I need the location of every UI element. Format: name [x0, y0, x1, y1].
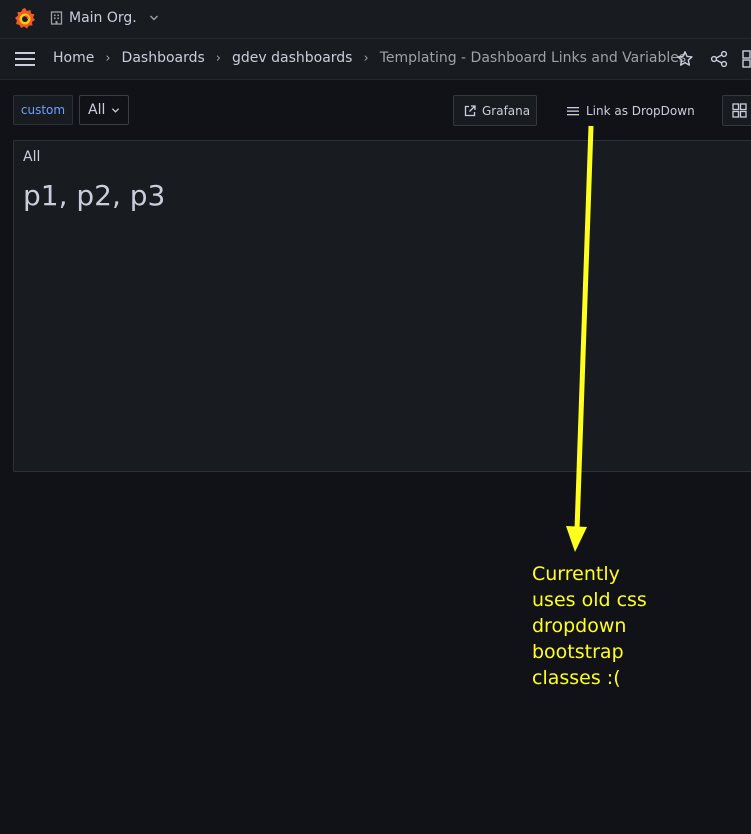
- grafana-logo-icon[interactable]: [13, 7, 37, 31]
- grid-icon: [732, 103, 747, 118]
- breadcrumb-folder[interactable]: gdev dashboards: [232, 50, 352, 66]
- text-panel[interactable]: All p1, p2, p3: [13, 140, 751, 472]
- nav-bar: Home › Dashboards › gdev dashboards › Te…: [0, 39, 751, 80]
- panel-value: p1, p2, p3: [23, 179, 166, 212]
- variable-value: All: [88, 102, 106, 118]
- org-switcher[interactable]: Main Org.: [50, 10, 159, 26]
- top-bar: Main Org.: [0, 0, 751, 39]
- star-icon[interactable]: [676, 50, 694, 68]
- variable-label: custom: [13, 95, 73, 125]
- breadcrumb-separator: ›: [105, 50, 111, 66]
- external-link-icon: [464, 104, 476, 116]
- building-icon: [50, 11, 63, 25]
- org-name: Main Org.: [69, 10, 137, 26]
- breadcrumb-separator: ›: [215, 50, 221, 66]
- panel-title[interactable]: All: [23, 149, 40, 165]
- grafana-link-label: Grafana: [482, 103, 531, 118]
- link-dropdown-button[interactable]: Link as DropDown: [566, 95, 695, 126]
- annotation-line: uses old css: [532, 589, 647, 611]
- annotation-line: classes :(: [532, 667, 621, 689]
- chevron-down-icon: [149, 15, 158, 21]
- breadcrumb-separator: ›: [363, 50, 369, 66]
- link-dropdown-label: Link as DropDown: [586, 103, 695, 118]
- variable-select[interactable]: All: [79, 95, 129, 125]
- view-mode-button[interactable]: [722, 95, 751, 126]
- menu-icon[interactable]: [15, 51, 35, 67]
- breadcrumb: Home › Dashboards › gdev dashboards › Te…: [53, 50, 686, 66]
- bars-icon: [567, 106, 579, 115]
- share-icon[interactable]: [710, 50, 728, 68]
- chevron-down-icon: [112, 107, 120, 113]
- breadcrumb-current: Templating - Dashboard Links and Variabl…: [379, 50, 687, 66]
- annotation-line: Currently: [532, 563, 620, 585]
- annotation-line: dropdown: [532, 615, 627, 637]
- add-panel-icon[interactable]: [742, 50, 751, 68]
- breadcrumb-dashboards[interactable]: Dashboards: [122, 50, 205, 66]
- grafana-link-button[interactable]: Grafana: [453, 95, 537, 126]
- breadcrumb-home[interactable]: Home: [53, 50, 94, 66]
- annotation-line: bootstrap: [532, 641, 624, 663]
- annotation-note: Currently uses old css dropdown bootstra…: [532, 561, 672, 691]
